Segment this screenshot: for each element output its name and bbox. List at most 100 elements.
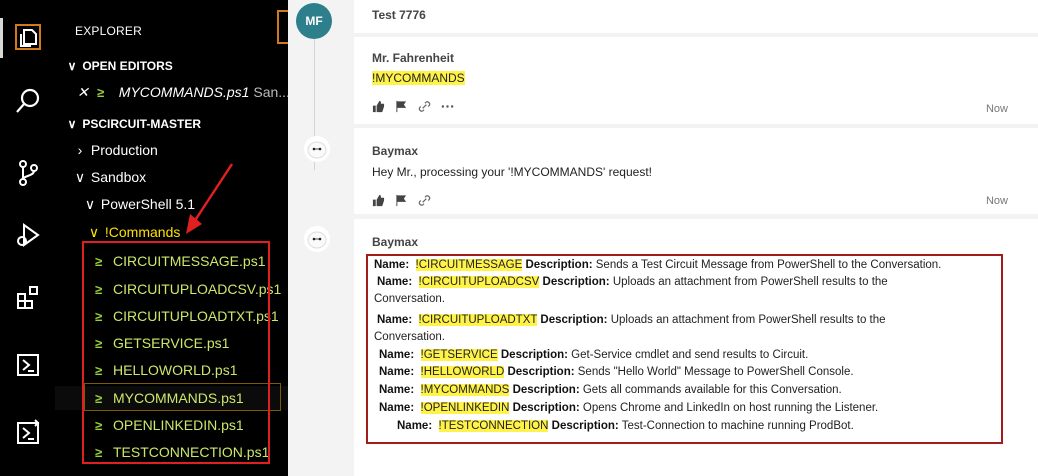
file-label: OPENLINKEDIN.ps1 [113, 417, 244, 433]
file-item[interactable]: ≥ CIRCUITMESSAGE.ps1 [55, 249, 288, 273]
command-line: Name: !OPENLINKEDIN Description: Opens C… [379, 401, 878, 415]
avatar-mf[interactable]: MF [296, 3, 332, 39]
name-label: Name: [379, 349, 415, 361]
message-time: Now [985, 103, 1008, 115]
folder-commands[interactable]: ∨ !Commands [55, 220, 288, 244]
name-label: Name: [397, 420, 433, 432]
command-name: !GETSERVICE [420, 349, 498, 361]
powershell-file-icon: ≥ [95, 391, 103, 406]
link-icon[interactable] [418, 194, 431, 207]
name-label: Name: [374, 259, 410, 271]
file-item[interactable]: ≥ CIRCUITUPLOADTXT.ps1 [55, 304, 288, 328]
project-section[interactable]: ∨ PSCIRCUIT-MASTER [55, 112, 288, 136]
baymax-icon [307, 231, 327, 249]
description-label: Description: [525, 259, 593, 271]
message-actions [372, 194, 431, 207]
powershell-command-icon[interactable] [0, 406, 55, 456]
command-line-continued: Conversation. [374, 331, 445, 343]
avatar-baymax[interactable] [304, 136, 330, 162]
chevron-down-icon: ∨ [74, 169, 86, 185]
command-name: !OPENLINKEDIN [420, 402, 510, 414]
command-name: !CIRCUITUPLOADCSV [418, 276, 540, 288]
powershell-icon[interactable] [0, 340, 55, 390]
powershell-file-icon: ≥ [96, 85, 105, 100]
command-description: Gets all commands available for this Con… [582, 384, 842, 396]
command-name: !MYCOMMANDS [420, 384, 510, 396]
command-name: !CIRCUITUPLOADTXT [418, 314, 538, 326]
folder-powershell[interactable]: ∨ PowerShell 5.1 [55, 192, 288, 216]
command-name: !HELLOWORLD [420, 366, 505, 378]
file-label: GETSERVICE.ps1 [113, 335, 230, 351]
close-icon[interactable]: ✕ [77, 80, 93, 104]
file-item[interactable]: ≥ CIRCUITUPLOADCSV.ps1 [55, 277, 288, 301]
annotation-arrow-icon [186, 163, 234, 234]
powershell-file-icon: ≥ [95, 309, 103, 324]
message-sender[interactable]: Mr. Fahrenheit [372, 51, 454, 65]
description-label: Description: [551, 420, 619, 432]
command-line-continued: Conversation. [374, 293, 445, 305]
command-line: Name: !MYCOMMANDS Description: Gets all … [379, 383, 842, 397]
powershell-file-icon: ≥ [95, 363, 103, 378]
command-description: Sends a Test Circuit Message from PowerS… [595, 259, 942, 271]
open-editors-label: OPEN EDITORS [82, 59, 173, 73]
name-label: Name: [379, 366, 415, 378]
file-label: CIRCUITUPLOADCSV.ps1 [113, 281, 282, 297]
folder-label: Production [90, 142, 158, 158]
open-editor-path: San... [253, 84, 288, 100]
message-text: Hey Mr., processing your '!MYCOMMANDS' r… [372, 165, 652, 179]
project-label: PSCIRCUIT-MASTER [82, 117, 202, 131]
command-line: Name: !CIRCUITUPLOADTXT Description: Upl… [377, 313, 886, 327]
folder-label: Sandbox [90, 169, 147, 185]
command-description: Test-Connection to machine running ProdB… [621, 420, 854, 432]
message-text: !MYCOMMANDS [372, 71, 465, 85]
name-label: Name: [377, 314, 413, 326]
source-control-icon[interactable] [0, 148, 55, 198]
folder-sandbox[interactable]: ∨ Sandbox [55, 165, 288, 189]
command-description: Sends "Hello World" Message to PowerShel… [577, 366, 854, 378]
file-label: CIRCUITMESSAGE.ps1 [113, 253, 266, 269]
description-label: Description: [512, 384, 580, 396]
avatar-baymax[interactable] [304, 226, 330, 252]
file-item[interactable]: ≥ TESTCONNECTION.ps1 [55, 440, 288, 464]
command-description: Uploads an attachment from PowerShell re… [610, 314, 886, 326]
open-editors-section[interactable]: ∨ OPEN EDITORS [55, 54, 288, 78]
like-icon[interactable] [372, 194, 385, 207]
open-editor-filename: MYCOMMANDS.ps1 [118, 84, 250, 100]
link-icon[interactable] [418, 100, 431, 113]
command-line: Name: !CIRCUITUPLOADCSV Description: Upl… [377, 275, 888, 289]
extensions-icon[interactable] [0, 272, 55, 322]
chevron-down-icon: ∨ [88, 224, 100, 240]
open-editor-item[interactable]: ✕ ≥ MYCOMMANDS.ps1 San... [55, 80, 288, 104]
chevron-down-icon: ∨ [67, 59, 77, 73]
file-label: CIRCUITUPLOADTXT.ps1 [113, 308, 279, 324]
chevron-down-icon: ∨ [67, 117, 77, 131]
more-icon[interactable] [441, 100, 454, 113]
like-icon[interactable] [372, 100, 385, 113]
file-item[interactable]: ≥ GETSERVICE.ps1 [55, 331, 288, 355]
message-actions [372, 100, 454, 113]
message-time: Now [985, 195, 1008, 207]
command-line: Name: !HELLOWORLD Description: Sends "He… [379, 365, 854, 379]
conversation-title: Test 7776 [372, 8, 426, 22]
flag-icon[interactable] [395, 194, 408, 207]
baymax-icon [307, 141, 327, 159]
description-label: Description: [512, 402, 580, 414]
description-label: Description: [542, 276, 610, 288]
message-sender[interactable]: Baymax [372, 235, 418, 249]
folder-production[interactable]: › Production [55, 138, 288, 162]
name-label: Name: [377, 276, 413, 288]
highlighted-command: !MYCOMMANDS [372, 71, 465, 85]
file-label: MYCOMMANDS.ps1 [113, 390, 244, 406]
conversation-header: Test 7776 [354, 0, 1038, 33]
command-line: Name: !GETSERVICE Description: Get-Servi… [379, 348, 808, 362]
file-item[interactable]: ≥ OPENLINKEDIN.ps1 [55, 413, 288, 437]
search-icon[interactable] [0, 76, 55, 126]
files-icon[interactable] [0, 12, 55, 62]
message-sender[interactable]: Baymax [372, 144, 418, 158]
file-item-selected[interactable]: ≥ MYCOMMANDS.ps1 [55, 386, 288, 410]
run-debug-icon[interactable] [0, 210, 55, 260]
file-item[interactable]: ≥ HELLOWORLD.ps1 [55, 358, 288, 382]
description-label: Description: [500, 349, 568, 361]
flag-icon[interactable] [395, 100, 408, 113]
chevron-right-icon: › [77, 142, 83, 158]
